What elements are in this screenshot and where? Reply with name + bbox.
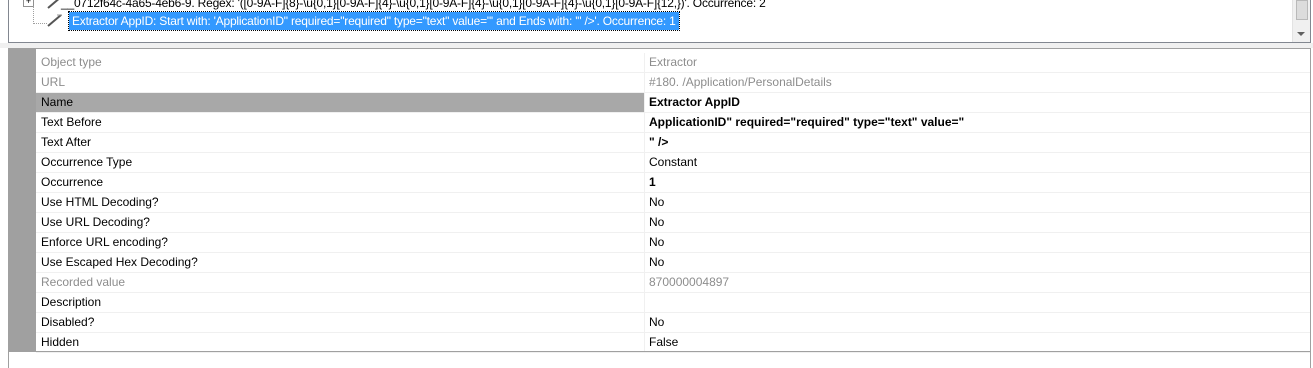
app-window: + __0712f64c-4a65-4eb6-9. Regex: '([0-9A…: [0, 0, 1313, 368]
property-row[interactable]: Text Before ApplicationID" required="requ…: [36, 113, 1310, 133]
property-name: Use URL Decoding?: [36, 213, 645, 232]
request-tree[interactable]: + __0712f64c-4a65-4eb6-9. Regex: '([0-9A…: [8, 0, 1311, 43]
property-name: Text After: [36, 133, 645, 152]
property-row[interactable]: Recorded value 870000004897: [36, 273, 1310, 293]
property-row[interactable]: URL #180. /Application/PersonalDetails: [36, 73, 1310, 93]
property-name: URL: [36, 73, 645, 92]
property-value: 870000004897: [649, 275, 730, 289]
property-rows: Object type Extractor URL #180. /Applicatio…: [36, 53, 1310, 353]
grid-divider: [9, 351, 1310, 352]
property-name: Use Escaped Hex Decoding?: [36, 253, 645, 272]
property-name: Recorded value: [36, 273, 645, 292]
property-grid: Object type Extractor URL #180. /Applicatio…: [8, 48, 1311, 368]
property-value[interactable]: Constant: [646, 153, 1310, 172]
property-row[interactable]: Occurrence 1: [36, 173, 1310, 193]
tree-scrollbar[interactable]: [1292, 0, 1310, 42]
property-name: Disabled?: [36, 313, 645, 332]
property-name: Description: [36, 293, 645, 312]
property-row[interactable]: Use HTML Decoding? No: [36, 193, 1310, 213]
property-row[interactable]: Use Escaped Hex Decoding? No: [36, 253, 1310, 273]
extractor-icon: [47, 14, 62, 27]
property-value[interactable]: 1: [646, 173, 1310, 192]
property-name: Name: [36, 93, 645, 112]
property-value[interactable]: ApplicationID" required="required" type=…: [646, 113, 1310, 132]
property-value[interactable]: False: [646, 333, 1310, 352]
property-row[interactable]: Hidden False: [36, 333, 1310, 353]
tree-connector: [33, 6, 34, 24]
property-row[interactable]: Description: [36, 293, 1310, 313]
property-name: Use HTML Decoding?: [36, 193, 645, 212]
property-value[interactable]: No: [646, 253, 1310, 272]
property-value[interactable]: No: [646, 213, 1310, 232]
grid-margin: [9, 49, 36, 351]
property-value[interactable]: No: [646, 233, 1310, 252]
property-value[interactable]: No: [646, 313, 1310, 332]
tree-item[interactable]: __0712f64c-4a65-4eb6-9. Regex: '([0-9A-F…: [61, 0, 766, 12]
property-value[interactable]: [646, 293, 1310, 312]
tree-item-selected[interactable]: Extractor AppID: Start with: 'Applicatio…: [68, 11, 680, 31]
property-row[interactable]: Occurrence Type Constant: [36, 153, 1310, 173]
property-value[interactable]: Extractor AppID: [646, 93, 1310, 112]
property-value[interactable]: No: [646, 193, 1310, 212]
property-name: Enforce URL encoding?: [36, 233, 645, 252]
property-row[interactable]: Text After " />: [36, 133, 1310, 153]
property-value: #180. /Application/PersonalDetails: [649, 75, 832, 89]
property-name: Text Before: [36, 113, 645, 132]
property-value[interactable]: " />: [646, 133, 1310, 152]
property-name: Occurrence: [36, 173, 645, 192]
property-value: Extractor: [649, 55, 698, 69]
property-name: Object type: [36, 53, 645, 72]
property-row[interactable]: Name Extractor AppID: [36, 93, 1310, 113]
scrollbar-thumb[interactable]: [1296, 0, 1308, 20]
property-row[interactable]: Disabled? No: [36, 313, 1310, 333]
property-name: Occurrence Type: [36, 153, 645, 172]
property-row[interactable]: Object type Extractor: [36, 53, 1310, 73]
property-row[interactable]: Enforce URL encoding? No: [36, 233, 1310, 253]
scroll-down-icon[interactable]: [1297, 32, 1305, 36]
property-name: Hidden: [36, 333, 645, 352]
property-row[interactable]: Use URL Decoding? No: [36, 213, 1310, 233]
